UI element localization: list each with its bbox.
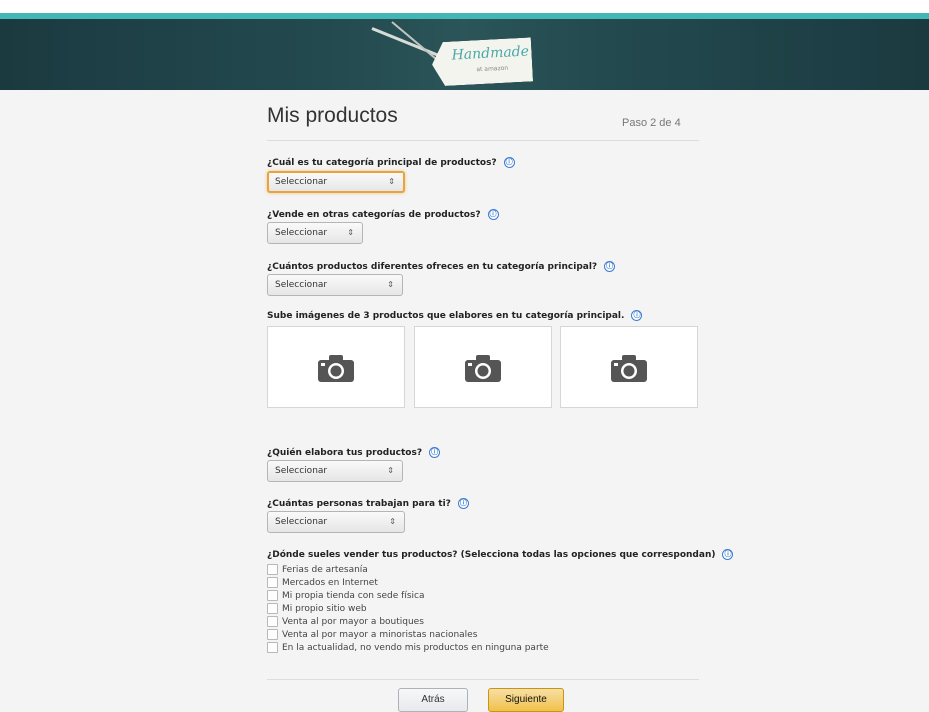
select-value: Seleccionar bbox=[275, 517, 328, 527]
page-title: Mis productos bbox=[267, 104, 398, 127]
tag-string bbox=[371, 27, 447, 60]
checkbox[interactable] bbox=[267, 616, 278, 627]
info-icon[interactable]: ⓘ bbox=[487, 209, 499, 220]
question-where-sell: ¿Dónde sueles vender tus productos? (Sel… bbox=[267, 549, 734, 560]
image-upload-2[interactable] bbox=[414, 326, 552, 408]
info-icon[interactable]: ⓘ bbox=[457, 498, 469, 509]
logo-subtitle: at amazon bbox=[476, 64, 509, 74]
question-label: Sube imágenes de 3 productos que elabore… bbox=[267, 311, 625, 321]
camera-icon bbox=[611, 355, 647, 382]
checkbox-option[interactable]: Mi propia tienda con sede física bbox=[267, 590, 424, 602]
camera-icon bbox=[318, 355, 354, 382]
question-product-count: ¿Cuántos productos diferentes ofreces en… bbox=[267, 261, 616, 272]
other-categories-select[interactable]: Seleccionar ⇕ bbox=[267, 222, 363, 244]
top-strip bbox=[0, 0, 929, 13]
checkbox-option[interactable]: Mi propio sitio web bbox=[267, 603, 367, 615]
select-value: Seleccionar bbox=[275, 466, 328, 476]
image-upload-3[interactable] bbox=[560, 326, 698, 408]
checkbox[interactable] bbox=[267, 577, 278, 588]
who-makes-select[interactable]: Seleccionar ⇕ bbox=[267, 460, 403, 482]
select-arrow-icon: ⇕ bbox=[387, 280, 394, 289]
checkbox-option[interactable]: Venta al por mayor a boutiques bbox=[267, 616, 424, 628]
checkbox[interactable] bbox=[267, 590, 278, 601]
checkbox-label: En la actualidad, no vendo mis productos… bbox=[282, 643, 549, 653]
question-label: ¿Vende en otras categorías de productos? bbox=[267, 210, 481, 220]
checkbox-label: Venta al por mayor a minoristas nacional… bbox=[282, 630, 478, 640]
checkbox-option[interactable]: Ferias de artesanía bbox=[267, 564, 368, 576]
question-who-makes: ¿Quién elabora tus productos? ⓘ bbox=[267, 447, 441, 458]
info-icon[interactable]: ⓘ bbox=[604, 261, 616, 272]
question-label: ¿Cuántas personas trabajan para ti? bbox=[267, 499, 451, 509]
select-arrow-icon: ⇕ bbox=[389, 517, 396, 526]
question-label: ¿Cuántos productos diferentes ofreces en… bbox=[267, 262, 598, 272]
info-icon[interactable]: ⓘ bbox=[631, 310, 643, 321]
info-icon[interactable]: ⓘ bbox=[429, 447, 441, 458]
camera-icon bbox=[465, 355, 501, 382]
checkbox[interactable] bbox=[267, 642, 278, 653]
checkbox-label: Mi propia tienda con sede física bbox=[282, 591, 425, 601]
question-other-categories: ¿Vende en otras categorías de productos?… bbox=[267, 209, 499, 220]
select-value: Seleccionar bbox=[275, 228, 328, 238]
info-icon[interactable]: ⓘ bbox=[722, 549, 734, 560]
select-arrow-icon: ⇕ bbox=[388, 177, 395, 186]
select-value: Seleccionar bbox=[275, 177, 328, 187]
select-value: Seleccionar bbox=[275, 280, 328, 290]
divider bbox=[267, 679, 699, 680]
main-category-select[interactable]: Seleccionar ⇕ bbox=[267, 171, 405, 193]
checkbox-option[interactable]: Venta al por mayor a minoristas nacional… bbox=[267, 629, 477, 641]
select-arrow-icon: ⇕ bbox=[347, 228, 354, 237]
checkbox[interactable] bbox=[267, 564, 278, 575]
checkbox-label: Mercados en Internet bbox=[282, 578, 378, 588]
info-icon[interactable]: ⓘ bbox=[503, 157, 515, 168]
checkbox-option[interactable]: Mercados en Internet bbox=[267, 577, 378, 589]
header-banner: Handmade at amazon bbox=[0, 13, 929, 90]
logo-title: Handmade bbox=[451, 43, 530, 64]
question-employees: ¿Cuántas personas trabajan para ti? ⓘ bbox=[267, 498, 469, 509]
question-label: ¿Quién elabora tus productos? bbox=[267, 448, 423, 458]
employees-select[interactable]: Seleccionar ⇕ bbox=[267, 511, 405, 533]
back-button[interactable]: Atrás bbox=[398, 688, 468, 712]
handmade-logo[interactable]: Handmade at amazon bbox=[431, 37, 533, 86]
checkbox-label: Mi propio sitio web bbox=[282, 604, 367, 614]
question-label: ¿Dónde sueles vender tus productos? (Sel… bbox=[267, 550, 716, 560]
select-arrow-icon: ⇕ bbox=[387, 466, 394, 475]
product-count-select[interactable]: Seleccionar ⇕ bbox=[267, 274, 403, 296]
divider bbox=[267, 140, 699, 141]
next-button[interactable]: Siguiente bbox=[488, 688, 564, 712]
checkbox-label: Venta al por mayor a boutiques bbox=[282, 617, 424, 627]
checkbox[interactable] bbox=[267, 603, 278, 614]
checkbox-label: Ferias de artesanía bbox=[282, 565, 368, 575]
question-main-category: ¿Cuál es tu categoría principal de produ… bbox=[267, 157, 515, 168]
checkbox-option[interactable]: En la actualidad, no vendo mis productos… bbox=[267, 642, 549, 654]
question-label: ¿Cuál es tu categoría principal de produ… bbox=[267, 158, 497, 168]
step-indicator: Paso 2 de 4 bbox=[622, 117, 681, 129]
question-images: Sube imágenes de 3 productos que elabore… bbox=[267, 310, 643, 321]
checkbox[interactable] bbox=[267, 629, 278, 640]
tag-string bbox=[391, 21, 439, 62]
image-upload-1[interactable] bbox=[267, 326, 405, 408]
